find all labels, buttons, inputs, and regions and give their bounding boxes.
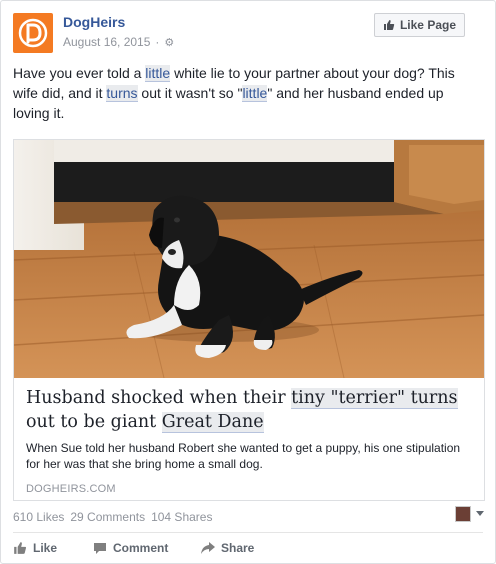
link-domain: DOGHEIRS.COM [26,483,116,495]
post-text-segment: Have you ever told a [13,65,146,81]
hashtag-link[interactable]: little [242,85,268,102]
puppy-photo[interactable] [14,140,484,378]
share-label: Share [221,541,255,555]
post-text-segment: out it wasn't so " [137,85,243,101]
link-title[interactable]: Husband shocked when their tiny "terrier… [26,386,472,434]
share-arrow-icon [201,542,215,554]
like-label: Like [33,541,58,555]
post-actions: Like Comment Share [13,541,254,555]
page-name-link[interactable]: DogHeirs [63,14,125,30]
gear-icon: ⚙ [164,36,175,49]
comment-label: Comment [113,541,169,555]
link-title-segment: Husband shocked when their [26,388,292,408]
link-title-highlight: Great Dane [161,412,264,433]
meta-separator: · [155,35,160,49]
comments-count[interactable]: 29 Comments [70,510,145,524]
like-button[interactable]: Like [13,541,93,555]
viewer-avatar[interactable] [455,506,471,522]
puppy-photo-image [14,140,484,378]
link-preview-body[interactable]: Husband shocked when their tiny "terrier… [14,378,484,500]
post-stats: 610 Likes 29 Comments 104 Shares [13,510,212,524]
post-date[interactable]: August 16, 2015 [63,35,150,49]
post-text: Have you ever told a little white lie to… [13,63,483,123]
comment-button[interactable]: Comment [93,541,201,555]
shares-count[interactable]: 104 Shares [151,510,212,524]
link-title-segment: out to be giant [26,412,162,432]
post-card: DogHeirs August 16, 2015 · ⚙ Like Page H… [0,0,496,564]
chevron-down-icon[interactable] [476,511,484,516]
like-page-label: Like Page [399,18,456,32]
thumbs-up-icon [14,542,27,554]
post-meta: August 16, 2015 · ⚙ [63,35,174,49]
hashtag-link[interactable]: little [145,65,171,82]
share-button[interactable]: Share [201,541,254,555]
likes-count[interactable]: 610 Likes [13,510,64,524]
divider [13,532,483,533]
page-avatar-logo[interactable] [13,13,53,53]
dogheirs-logo-icon [18,18,48,48]
link-preview-card[interactable]: Husband shocked when their tiny "terrier… [13,139,485,501]
like-page-button[interactable]: Like Page [373,13,465,37]
link-title-highlight: tiny "terrier" turns [291,388,458,409]
thumbs-up-icon [383,20,395,30]
hashtag-link[interactable]: turns [106,85,138,102]
link-description: When Sue told her husband Robert she wan… [26,441,461,471]
comment-bubble-icon [94,542,106,554]
